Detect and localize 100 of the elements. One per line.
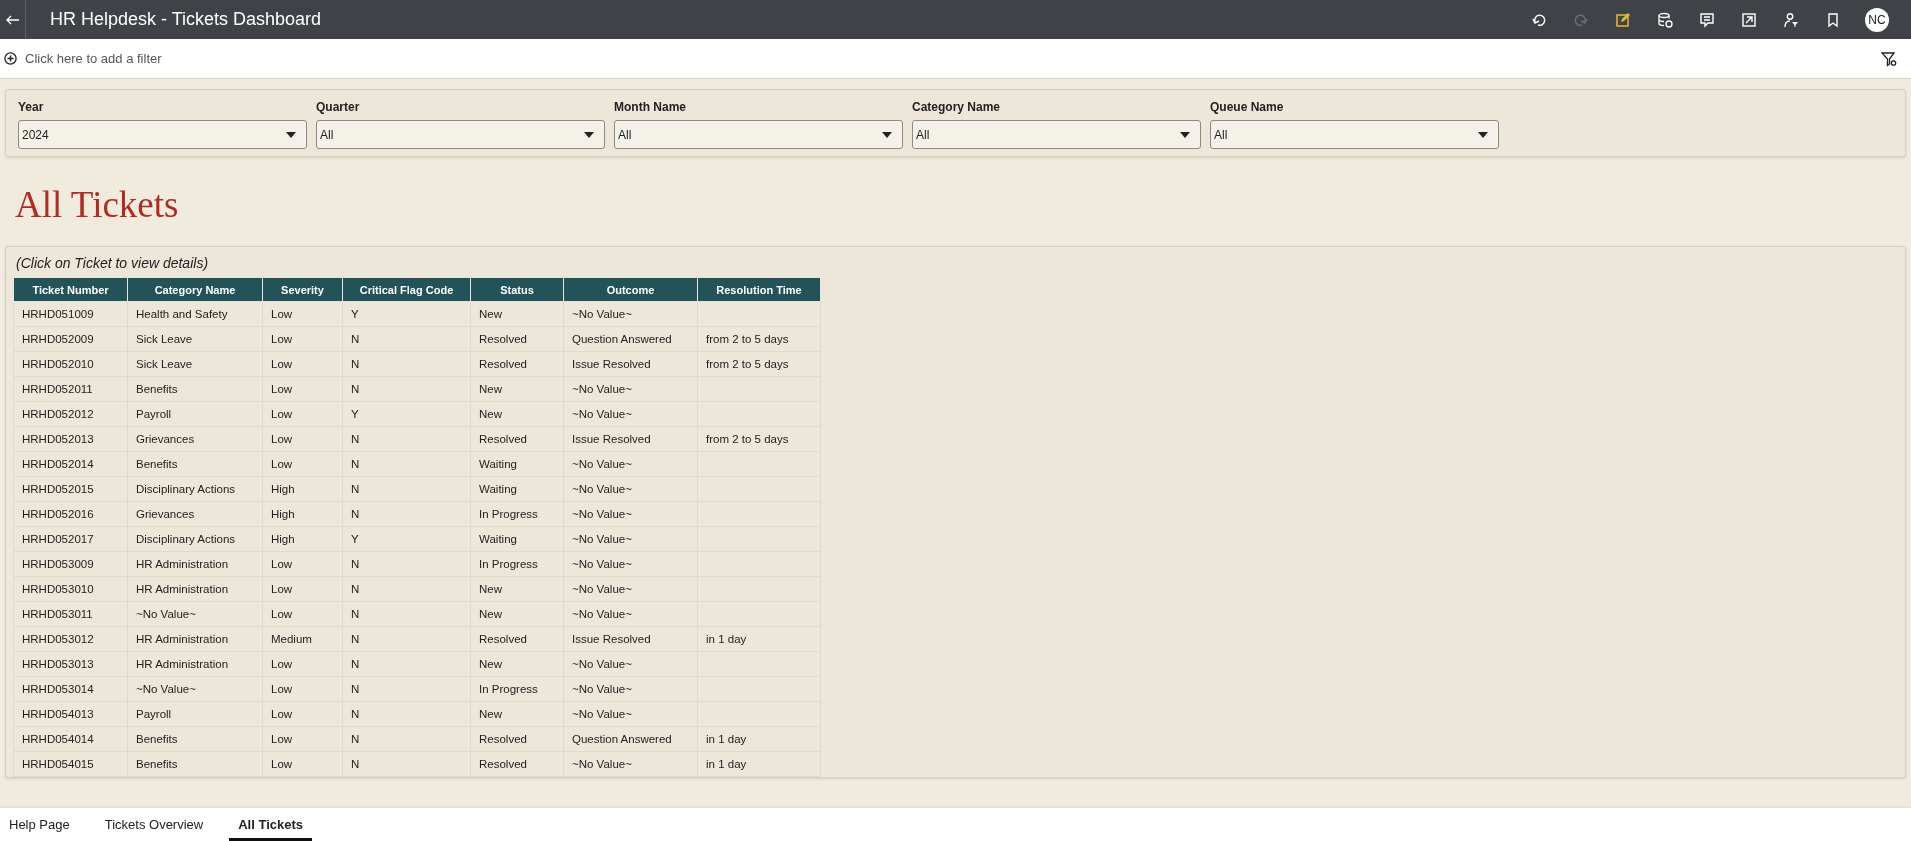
table-cell: N [342,751,471,777]
page-tab[interactable]: All Tickets [229,808,312,841]
page-tab[interactable]: Tickets Overview [95,808,213,841]
filter-settings-icon[interactable] [1881,50,1897,67]
table-cell: ~No Value~ [563,401,698,427]
table-cell: Resolved [470,326,564,352]
table-cell: High [262,476,343,502]
table-cell[interactable]: HRHD052009 [13,326,128,352]
table-cell: Low [262,701,343,727]
table-cell: N [342,326,471,352]
table-cell: Payroll [127,401,263,427]
table-cell: Low [262,426,343,452]
table-cell: Low [262,551,343,577]
table-cell: Low [262,326,343,352]
table-cell: Question Answered [563,726,698,752]
table-cell: High [262,501,343,527]
table-cell[interactable]: HRHD053013 [13,651,128,677]
table-cell: Benefits [127,376,263,402]
add-filter-field[interactable]: Click here to add a filter [23,50,327,67]
table-cell[interactable]: HRHD054013 [13,701,128,727]
table-cell: Waiting [470,476,564,502]
table-cell: ~No Value~ [563,501,698,527]
filter-dropdown[interactable]: 2024 [18,120,307,149]
table-cell[interactable]: HRHD052015 [13,476,128,502]
table-cell: Low [262,601,343,627]
table-cell: ~No Value~ [563,376,698,402]
table-cell: N [342,476,471,502]
table-cell: N [342,551,471,577]
caret-icon[interactable] [286,131,296,138]
table-cell: Waiting [470,451,564,477]
table-cell: Issue Resolved [563,351,698,377]
table-cell: Benefits [127,751,263,777]
page-tab[interactable]: Help Page [0,808,79,841]
add-circle-icon[interactable] [4,52,17,65]
caret-icon[interactable] [1180,131,1190,138]
table-cell: ~No Value~ [563,751,698,777]
table-cell: Low [262,451,343,477]
table-cell: New [470,401,564,427]
table-cell: Resolved [470,726,564,752]
table-cell: Y [342,401,471,427]
table-cell: Payroll [127,701,263,727]
column-header: Category Name [127,277,263,302]
table-cell: HR Administration [127,551,263,577]
table-cell[interactable]: HRHD052010 [13,351,128,377]
table-cell: N [342,426,471,452]
table-cell[interactable]: HRHD053010 [13,576,128,602]
table-cell[interactable]: HRHD053009 [13,551,128,577]
table-cell: Sick Leave [127,326,263,352]
table-cell[interactable]: HRHD052013 [13,426,128,452]
dashboard-title: HR Helpdesk - Tickets Dashboard [50,9,322,30]
table-cell: High [262,526,343,552]
table-cell: ~No Value~ [127,676,263,702]
table-cell: HR Administration [127,626,263,652]
table-cell: ~No Value~ [563,701,698,727]
table-cell[interactable]: HRHD053011 [13,601,128,627]
table-cell: Low [262,301,343,327]
filter-dropdown[interactable]: All [1210,120,1499,149]
table-cell: ~No Value~ [563,451,698,477]
filter-dropdown[interactable]: All [316,120,605,149]
table-cell: Waiting [470,526,564,552]
user-avatar[interactable]: NC [1865,7,1889,32]
table-cell: Disciplinary Actions [127,526,263,552]
table-cell[interactable]: HRHD054014 [13,726,128,752]
table-cell: ~No Value~ [563,301,698,327]
table-cell: ~No Value~ [563,651,698,677]
table-cell: ~No Value~ [563,576,698,602]
filter-label: Quarter [316,100,361,114]
table-cell: Grievances [127,426,263,452]
table-cell: In Progress [470,676,564,702]
table-cell[interactable]: HRHD054015 [13,751,128,777]
table-cell: Low [262,751,343,777]
table-cell: ~No Value~ [127,601,263,627]
table-cell[interactable]: HRHD052012 [13,401,128,427]
caret-icon[interactable] [1478,131,1488,138]
table-cell: Sick Leave [127,351,263,377]
table-cell[interactable]: HRHD053014 [13,676,128,702]
table-cell[interactable]: HRHD053012 [13,626,128,652]
table-cell: Low [262,351,343,377]
back-arrow-icon[interactable] [5,14,20,25]
caret-icon[interactable] [882,131,892,138]
table-cell[interactable]: HRHD052011 [13,376,128,402]
table-cell: Resolved [470,751,564,777]
table-cell[interactable]: HRHD052016 [13,501,128,527]
table-cell: N [342,576,471,602]
table-cell: Low [262,576,343,602]
table-cell[interactable]: HRHD051009 [13,301,128,327]
table-cell: Benefits [127,726,263,752]
table-cell: ~No Value~ [563,526,698,552]
table-cell: Question Answered [563,326,698,352]
filter-dropdown[interactable]: All [912,120,1201,149]
filter-dropdown[interactable]: All [614,120,903,149]
table-cell[interactable]: HRHD052014 [13,451,128,477]
table-cell: from 2 to 5 days [697,351,821,377]
table-cell: Benefits [127,451,263,477]
table-cell[interactable]: HRHD052017 [13,526,128,552]
table-cell: Low [262,401,343,427]
table-cell: Y [342,526,471,552]
table-cell: HR Administration [127,651,263,677]
table-cell: ~No Value~ [563,601,698,627]
caret-icon[interactable] [584,131,594,138]
